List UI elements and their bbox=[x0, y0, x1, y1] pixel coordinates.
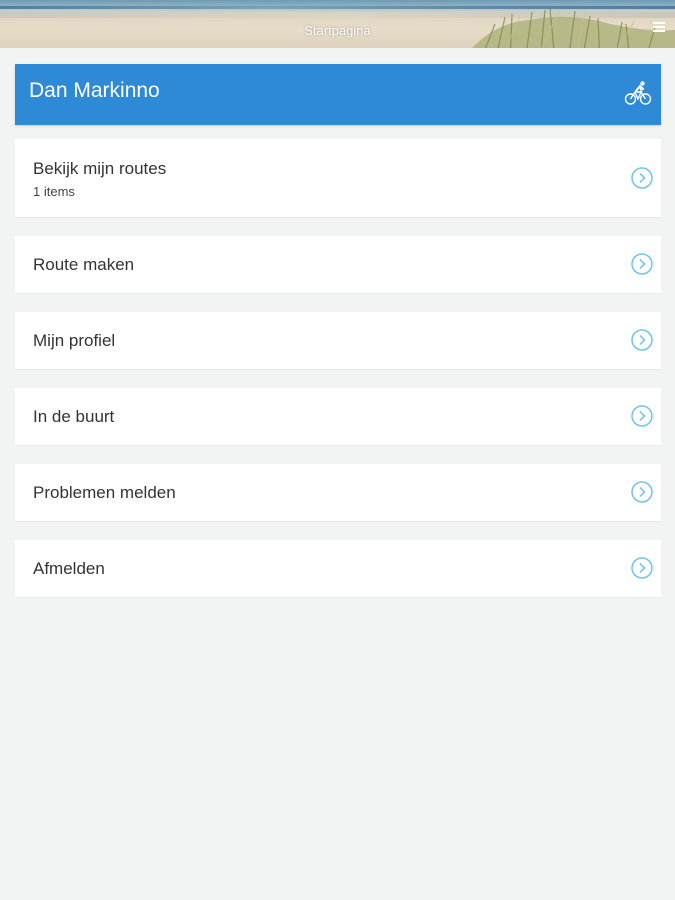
hamburger-icon[interactable] bbox=[653, 22, 665, 32]
routes-count: 1 items bbox=[33, 184, 75, 199]
menu-item-create-route[interactable]: Route maken bbox=[15, 236, 661, 293]
menu-item-label: In de buurt bbox=[33, 407, 115, 426]
menu-item-label: Problemen melden bbox=[33, 483, 176, 502]
user-name: Dan Markinno bbox=[29, 79, 160, 102]
menu-item-label: Afmelden bbox=[33, 559, 105, 578]
menu-item-nearby[interactable]: In de buurt bbox=[15, 388, 661, 445]
chevron-right-circle-icon bbox=[631, 167, 653, 189]
chevron-right-circle-icon bbox=[631, 329, 653, 351]
user-bar: Dan Markinno bbox=[15, 64, 661, 125]
chevron-right-circle-icon bbox=[631, 405, 653, 427]
bicycle-icon bbox=[624, 80, 652, 106]
chevron-right-circle-icon bbox=[631, 481, 653, 503]
menu-item-label: Bekijk mijn routes bbox=[33, 159, 167, 178]
menu-item-label: Mijn profiel bbox=[33, 331, 116, 350]
menu-item-my-routes[interactable]: Bekijk mijn routes 1 items bbox=[15, 139, 661, 217]
menu-item-sign-out[interactable]: Afmelden bbox=[15, 540, 661, 597]
chevron-right-circle-icon bbox=[631, 557, 653, 579]
menu-item-report-problems[interactable]: Problemen melden bbox=[15, 464, 661, 521]
header-banner: Startpagina bbox=[0, 0, 675, 48]
page-title: Startpagina bbox=[304, 23, 371, 38]
menu-item-label: Route maken bbox=[33, 255, 135, 274]
menu-item-my-profile[interactable]: Mijn profiel bbox=[15, 312, 661, 369]
chevron-right-circle-icon bbox=[631, 253, 653, 275]
